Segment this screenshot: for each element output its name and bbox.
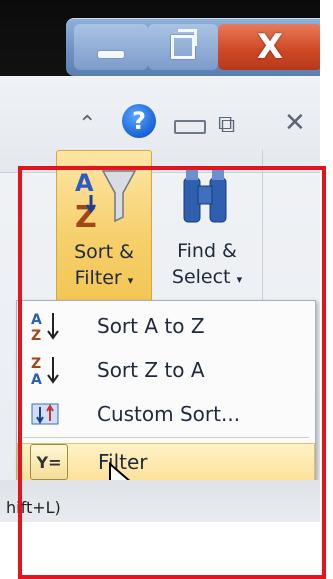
blank-area bbox=[0, 522, 333, 575]
menu-item-sort-z-to-a[interactable]: Z A Sort Z to A bbox=[17, 349, 315, 391]
filter-icon: Y= bbox=[30, 444, 68, 480]
menu-item-custom-sort[interactable]: Custom Sort... bbox=[17, 393, 315, 435]
menu-item-label: Custom Sort... bbox=[97, 402, 241, 426]
workbook-minimize-icon[interactable] bbox=[174, 120, 206, 134]
sort-filter-label-line1: Sort & bbox=[74, 241, 134, 263]
sort-filter-caret-icon: ▾ bbox=[127, 274, 134, 287]
sort-a-to-z-icon: A Z bbox=[31, 312, 59, 343]
window-controls: X bbox=[66, 18, 328, 76]
binoculars-icon bbox=[152, 164, 262, 234]
minimize-icon bbox=[98, 50, 124, 58]
sort-z-to-a-icon: Z A bbox=[31, 356, 59, 387]
workbook-restore-icon[interactable]: ⧉ bbox=[218, 110, 235, 138]
sort-filter-button[interactable]: A Z Sort & Filter ▾ bbox=[56, 150, 152, 302]
menu-separator bbox=[23, 437, 309, 438]
menu-item-sort-a-to-z[interactable]: A Z Sort A to Z bbox=[17, 305, 315, 347]
find-select-label-line1: Find & bbox=[177, 240, 237, 262]
below-menu-strip: hift+L) bbox=[0, 480, 333, 522]
menu-item-label: Sort A to Z bbox=[97, 314, 205, 338]
custom-sort-icon bbox=[31, 403, 59, 425]
minimize-button[interactable] bbox=[74, 24, 148, 70]
find-select-button[interactable]: Find & Select ▾ bbox=[152, 150, 263, 300]
collapse-ribbon-icon[interactable]: ⌃ bbox=[78, 112, 96, 137]
svg-text:Z: Z bbox=[31, 356, 41, 372]
sort-filter-menu: A Z Sort A to Z Z A Sort Z to A Custom S… bbox=[16, 300, 316, 481]
restore-button[interactable] bbox=[148, 24, 218, 70]
svg-text:A: A bbox=[75, 169, 94, 197]
close-icon: X bbox=[256, 27, 284, 67]
sort-filter-icon: A Z bbox=[57, 165, 151, 235]
restore-icon bbox=[171, 29, 197, 59]
find-select-label-line2: Select bbox=[171, 266, 231, 288]
help-icon[interactable]: ? bbox=[122, 104, 156, 138]
find-select-caret-icon: ▾ bbox=[236, 273, 243, 286]
workbook-close-icon[interactable]: ✕ bbox=[284, 108, 306, 138]
menu-item-filter[interactable]: Y= Filter bbox=[17, 443, 315, 481]
svg-text:A: A bbox=[31, 372, 42, 387]
svg-text:A: A bbox=[31, 312, 42, 328]
svg-text:Z: Z bbox=[31, 328, 41, 343]
close-button[interactable]: X bbox=[218, 24, 322, 70]
sort-filter-label-line2: Filter bbox=[74, 267, 122, 289]
right-margin bbox=[320, 0, 333, 575]
shortcut-hint-text: hift+L) bbox=[6, 498, 61, 517]
menu-item-label: Sort Z to A bbox=[97, 358, 205, 382]
